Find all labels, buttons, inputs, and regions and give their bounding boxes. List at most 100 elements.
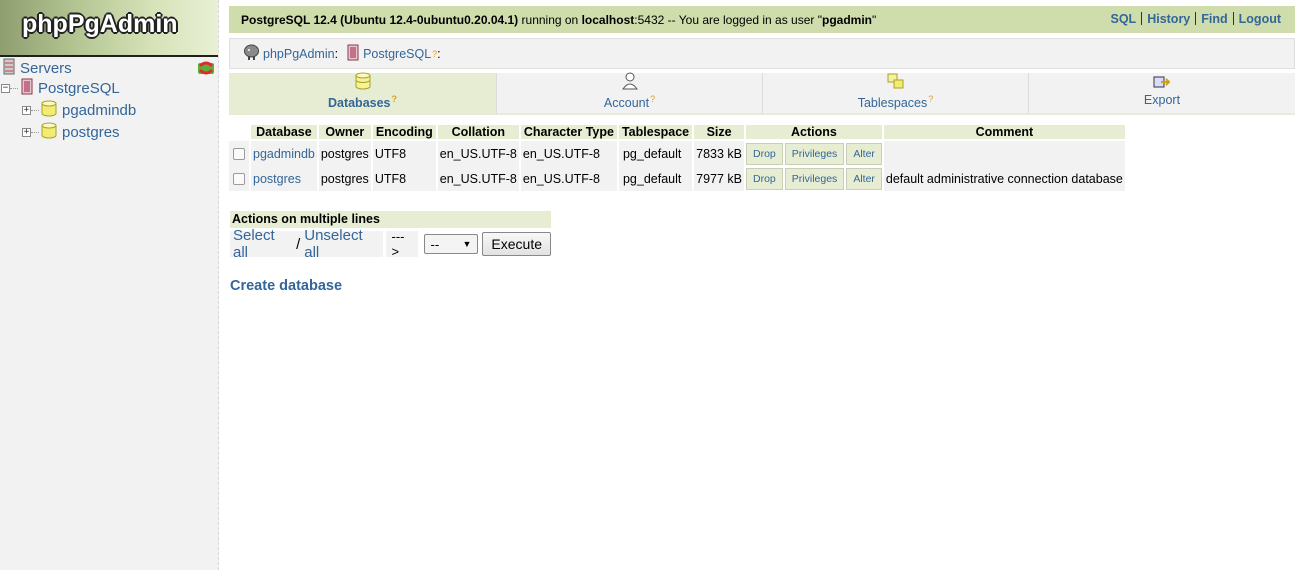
tab-account[interactable]: Account? bbox=[497, 72, 763, 115]
servers-icon bbox=[3, 58, 15, 78]
tab-export[interactable]: Export bbox=[1029, 73, 1295, 115]
tree-label-servers: Servers bbox=[20, 59, 72, 77]
privileges-button[interactable]: Privileges bbox=[784, 167, 845, 190]
column-header: Comment bbox=[883, 125, 1125, 141]
sql-link[interactable]: SQL bbox=[1110, 12, 1136, 26]
tab-tablespaces[interactable]: Tablespaces? bbox=[763, 73, 1029, 115]
create-database-link[interactable]: Create database bbox=[230, 278, 342, 294]
owner-cell: postgres bbox=[318, 141, 371, 166]
multi-actions-body: Select all / Unselect all ---> -- ▼ Exec… bbox=[230, 227, 551, 261]
select-links: Select all / Unselect all bbox=[230, 227, 383, 261]
column-header: Owner bbox=[318, 125, 371, 141]
tab-label[interactable]: Export bbox=[1144, 93, 1180, 107]
database-icon bbox=[355, 72, 371, 93]
tree-connector bbox=[31, 109, 39, 111]
row-checkbox-cell bbox=[229, 141, 249, 166]
row-checkbox[interactable] bbox=[233, 148, 245, 161]
privileges-button[interactable]: Privileges bbox=[784, 142, 845, 165]
action-select[interactable]: -- ▼ bbox=[423, 234, 479, 254]
collation-cell: en_US.UTF-8 bbox=[437, 166, 519, 191]
quote-end: " bbox=[872, 12, 877, 27]
privileges-cell: Privileges bbox=[784, 166, 845, 191]
user-icon bbox=[621, 72, 638, 93]
server-info-bar: PostgreSQL 12.4 (Ubuntu 12.4-0ubuntu0.20… bbox=[229, 6, 1295, 33]
column-header: Encoding bbox=[372, 125, 436, 141]
breadcrumb: phpPgAdmin : PostgreSQL?: bbox=[229, 38, 1295, 69]
select-all-link[interactable]: Select all bbox=[233, 227, 292, 261]
privileges-cell: Privileges bbox=[784, 141, 845, 166]
column-header: Actions bbox=[746, 125, 882, 141]
alter-button[interactable]: Alter bbox=[846, 167, 882, 190]
tablespace-icon bbox=[887, 72, 905, 93]
multi-actions-header: Actions on multiple lines bbox=[230, 211, 551, 228]
row-checkbox[interactable] bbox=[233, 173, 245, 186]
column-header: Character Type bbox=[520, 125, 617, 141]
collation-cell: en_US.UTF-8 bbox=[437, 141, 519, 166]
breadcrumb-separator: : bbox=[334, 46, 339, 61]
size-cell: 7977 kB bbox=[694, 166, 745, 191]
logo-text: phpPgAdmin bbox=[22, 10, 178, 38]
database-icon bbox=[41, 122, 57, 142]
dropdown-arrow-icon: ▼ bbox=[462, 239, 472, 249]
tree-item-database[interactable]: + pgadmindb bbox=[22, 100, 136, 120]
help-icon[interactable]: ? bbox=[650, 94, 655, 104]
arrow-text: ---> bbox=[385, 229, 418, 259]
database-link[interactable]: pgadmindb bbox=[253, 147, 315, 161]
running-on-text: running on bbox=[518, 12, 582, 27]
top-links: SQL History Find Logout bbox=[1110, 12, 1281, 26]
database-icon bbox=[41, 100, 57, 120]
table-row: postgres postgres UTF8 en_US.UTF-8 en_US… bbox=[229, 166, 1125, 191]
checkbox-header bbox=[229, 125, 249, 141]
size-cell: 7833 kB bbox=[694, 141, 745, 166]
drop-button[interactable]: Drop bbox=[746, 167, 783, 190]
tablespace-cell: pg_default bbox=[618, 141, 693, 166]
tree-label-postgresql: PostgreSQL bbox=[38, 79, 120, 97]
help-icon[interactable]: ? bbox=[928, 94, 933, 104]
export-icon bbox=[1153, 75, 1171, 92]
unselect-all-link[interactable]: Unselect all bbox=[304, 227, 379, 261]
tab-bar: Databases? Account? Tablespaces? Export bbox=[229, 72, 1295, 115]
tree-connector bbox=[31, 131, 39, 133]
separator bbox=[1141, 12, 1143, 25]
tab-label[interactable]: Databases bbox=[328, 96, 391, 110]
breadcrumb-phppgadmin[interactable]: phpPgAdmin bbox=[263, 47, 335, 61]
slash-separator: / bbox=[296, 235, 301, 253]
tab-label[interactable]: Account bbox=[604, 96, 649, 110]
refresh-icon[interactable] bbox=[197, 60, 215, 76]
separator bbox=[1232, 12, 1234, 25]
tree-item-postgresql-server[interactable]: − PostgreSQL bbox=[1, 78, 120, 98]
expand-icon[interactable]: + bbox=[22, 127, 31, 137]
tree-item-database[interactable]: + postgres bbox=[22, 122, 120, 142]
database-link[interactable]: postgres bbox=[253, 172, 301, 186]
comment-cell bbox=[883, 141, 1125, 166]
tree-label-database: pgadmindb bbox=[62, 101, 137, 119]
alter-button[interactable]: Alter bbox=[846, 142, 882, 165]
current-user: pgadmin bbox=[822, 12, 872, 27]
find-link[interactable]: Find bbox=[1201, 12, 1227, 26]
ctype-cell: en_US.UTF-8 bbox=[520, 141, 617, 166]
help-icon[interactable]: ? bbox=[392, 94, 398, 104]
expand-icon[interactable]: + bbox=[22, 105, 31, 115]
database-cell: pgadmindb bbox=[251, 141, 317, 166]
row-checkbox-cell bbox=[229, 166, 249, 191]
history-link[interactable]: History bbox=[1147, 12, 1190, 26]
sidebar: phpPgAdmin Servers − PostgreSQL + pgadmi… bbox=[0, 0, 219, 570]
collapse-icon[interactable]: − bbox=[1, 83, 10, 93]
select-value: -- bbox=[430, 236, 440, 252]
column-header: Size bbox=[694, 125, 745, 141]
tab-label[interactable]: Tablespaces bbox=[858, 96, 928, 110]
phppgadmin-logo[interactable]: phpPgAdmin bbox=[0, 0, 218, 57]
tree-item-servers[interactable]: Servers bbox=[3, 58, 72, 78]
column-header: Collation bbox=[437, 125, 519, 141]
tab-databases[interactable]: Databases? bbox=[229, 72, 497, 115]
logout-link[interactable]: Logout bbox=[1239, 12, 1281, 26]
drop-button[interactable]: Drop bbox=[746, 142, 783, 165]
elephant-icon bbox=[243, 44, 260, 64]
breadcrumb-postgresql[interactable]: PostgreSQL bbox=[363, 47, 431, 61]
comment-cell: default administrative connection databa… bbox=[883, 166, 1125, 191]
database-cell: postgres bbox=[251, 166, 317, 191]
drop-cell: Drop bbox=[746, 141, 783, 166]
execute-button[interactable]: Execute bbox=[482, 232, 551, 256]
tablespace-cell: pg_default bbox=[618, 166, 693, 191]
host-name: localhost bbox=[581, 12, 635, 27]
